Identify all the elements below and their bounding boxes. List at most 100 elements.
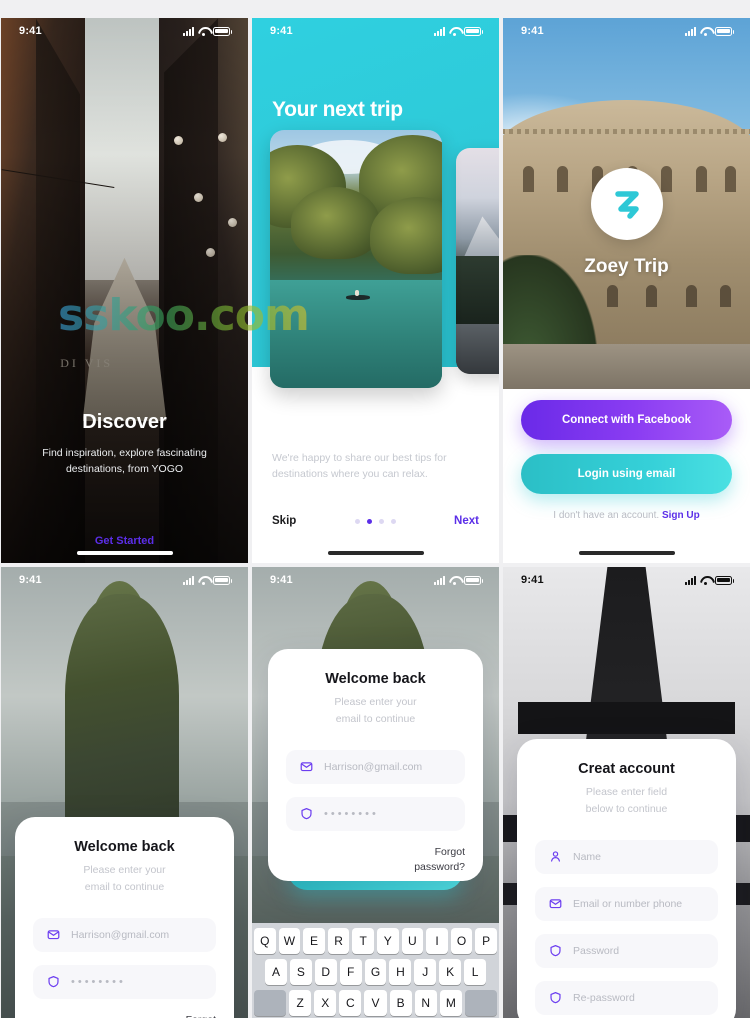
login-card: Welcome back Please enter your email to …	[268, 649, 483, 881]
status-bar: 9:41	[503, 567, 750, 593]
page-subtitle: Find inspiration, explore fascinating de…	[42, 447, 207, 476]
key-y[interactable]: Y	[377, 928, 399, 954]
wifi-icon	[198, 576, 209, 585]
shield-icon	[299, 807, 313, 821]
next-button[interactable]: Next	[454, 515, 479, 527]
key-b[interactable]: B	[389, 990, 412, 1016]
key-l[interactable]: L	[464, 959, 487, 985]
status-time: 9:41	[521, 574, 544, 586]
key-z[interactable]: Z	[289, 990, 312, 1016]
screen-discover: DI VIS 9:41 Discover Find inspiration, e…	[1, 18, 248, 563]
envelope-icon	[46, 928, 60, 942]
key-e[interactable]: E	[303, 928, 325, 954]
battery-icon	[213, 26, 232, 36]
key-a[interactable]: A	[265, 959, 287, 985]
card-title: Welcome back	[74, 839, 175, 855]
status-time: 9:41	[270, 25, 293, 37]
key-s[interactable]: S	[289, 959, 312, 985]
keyboard-row-2: A S D F G H J K L	[254, 959, 497, 985]
backspace-key[interactable]	[464, 990, 498, 1016]
email-placeholder: Harrison@gmail.com	[324, 760, 423, 773]
repassword-field[interactable]: Re-password	[535, 980, 718, 1015]
key-n[interactable]: N	[414, 990, 437, 1016]
onscreen-keyboard[interactable]: Q W E R T Y U I O P A S D F G H J K L Z …	[252, 923, 499, 1018]
key-h[interactable]: H	[389, 959, 412, 985]
signup-prompt: I don't have an account. Sign Up	[521, 508, 732, 523]
brand-name: Zoey Trip	[584, 256, 669, 277]
card-subtitle: Please enter your email to continue	[83, 864, 166, 893]
wifi-icon	[700, 576, 711, 585]
email-field[interactable]: Harrison@gmail.com	[33, 917, 216, 952]
password-field[interactable]: ••••••••	[33, 964, 216, 999]
connect-facebook-button[interactable]: Connect with Facebook	[521, 400, 732, 440]
status-time: 9:41	[19, 25, 42, 37]
zoey-lightning-logo-icon	[614, 191, 639, 219]
status-bar: 9:41	[1, 18, 248, 44]
cellular-signal-icon	[434, 26, 445, 36]
login-card: Welcome back Please enter your email to …	[15, 817, 234, 1018]
status-time: 9:41	[19, 574, 42, 586]
key-d[interactable]: D	[314, 959, 337, 985]
cellular-signal-icon	[183, 26, 194, 36]
trip-card-carousel[interactable]	[270, 130, 499, 390]
auth-actions: Connect with Facebook Login using email …	[521, 400, 732, 523]
keyboard-row-1: Q W E R T Y U I O P	[254, 928, 497, 954]
key-v[interactable]: V	[364, 990, 387, 1016]
screen-welcome-back-keyboard: 9:41 Welcome back Please enter your emai…	[252, 567, 499, 1018]
key-r[interactable]: R	[327, 928, 350, 954]
key-t[interactable]: T	[352, 928, 374, 954]
email-phone-placeholder: Email or number phone	[573, 897, 683, 910]
trip-card-primary[interactable]	[270, 130, 442, 388]
forgot-password-link[interactable]: Forgot password?	[393, 845, 465, 877]
shield-icon	[548, 944, 562, 958]
key-g[interactable]: G	[364, 959, 387, 985]
wifi-icon	[198, 27, 209, 36]
key-j[interactable]: J	[414, 959, 437, 985]
page-title: Your next trip	[272, 98, 403, 121]
battery-icon	[715, 26, 734, 36]
signup-prompt-text: I don't have an account.	[553, 510, 660, 521]
shield-icon	[548, 991, 562, 1005]
alley-photo: DI VIS	[1, 18, 248, 563]
email-placeholder: Harrison@gmail.com	[71, 928, 170, 941]
key-p[interactable]: P	[475, 928, 497, 954]
password-value: ••••••••	[324, 807, 379, 820]
key-i[interactable]: I	[426, 928, 448, 954]
key-m[interactable]: M	[439, 990, 462, 1016]
keyboard-row-3: Z X C V B N M	[253, 990, 498, 1016]
wifi-icon	[700, 27, 711, 36]
email-phone-field[interactable]: Email or number phone	[535, 886, 718, 921]
key-k[interactable]: K	[439, 959, 462, 985]
login-email-button[interactable]: Login using email	[521, 454, 732, 494]
cellular-signal-icon	[685, 575, 696, 585]
key-q[interactable]: Q	[254, 928, 276, 954]
name-placeholder: Name	[573, 850, 602, 863]
get-started-button[interactable]: Get Started	[1, 535, 248, 547]
key-u[interactable]: U	[401, 928, 424, 954]
sign-up-link[interactable]: Sign Up	[662, 510, 700, 521]
password-field[interactable]: Password	[535, 933, 718, 968]
key-c[interactable]: C	[339, 990, 362, 1016]
home-indicator	[76, 551, 173, 555]
wifi-icon	[449, 576, 460, 585]
status-bar: 9:41	[503, 18, 750, 44]
name-field[interactable]: Name	[535, 839, 718, 874]
card-title: Welcome back	[325, 671, 426, 687]
card-title: Creat account	[578, 761, 675, 777]
email-field[interactable]: Harrison@gmail.com	[286, 749, 465, 784]
trip-card-secondary[interactable]	[456, 148, 499, 374]
card-subtitle: Please enter your email to continue	[334, 696, 417, 725]
key-w[interactable]: W	[278, 928, 301, 954]
key-x[interactable]: X	[314, 990, 337, 1016]
signup-card: Creat account Please enter field below t…	[517, 739, 736, 1018]
cellular-signal-icon	[685, 26, 696, 36]
key-f[interactable]: F	[339, 959, 362, 985]
page-description: We're happy to share our best tips for d…	[272, 452, 447, 481]
shift-key[interactable]	[253, 990, 287, 1016]
forgot-password-link[interactable]: Forgot password?	[144, 1013, 216, 1018]
pagination-dots[interactable]	[354, 518, 396, 524]
skip-button[interactable]: Skip	[272, 515, 296, 527]
password-field[interactable]: ••••••••	[286, 796, 465, 831]
envelope-icon	[299, 760, 313, 774]
key-o[interactable]: O	[450, 928, 473, 954]
